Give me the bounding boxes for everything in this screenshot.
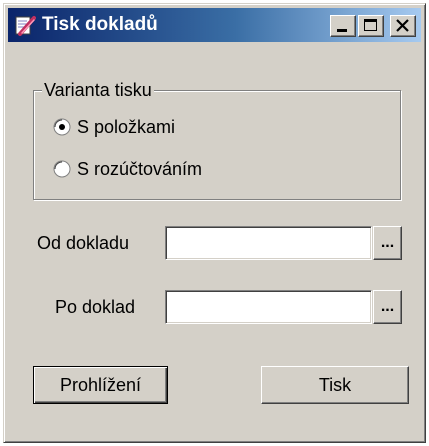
to-document-input[interactable]: [165, 290, 372, 324]
from-document-input[interactable]: [165, 226, 372, 260]
close-icon: [396, 19, 409, 32]
maximize-button[interactable]: [358, 15, 384, 37]
minimize-button[interactable]: [330, 15, 356, 37]
radio-label: S položkami: [77, 117, 176, 137]
to-document-label: Po doklad: [55, 297, 136, 317]
radio-unselected-icon: [53, 160, 71, 178]
print-button[interactable]: Tisk: [261, 366, 409, 404]
radio-label: S rozúčtováním: [77, 159, 203, 179]
from-document-label: Od dokladu: [37, 233, 130, 253]
radio-selected-icon: [53, 118, 71, 136]
printer-doc-icon: [15, 16, 36, 36]
window-title: Tisk dokladů: [42, 14, 158, 35]
from-document-browse-button[interactable]: ...: [373, 226, 402, 260]
dialog-window: Tisk dokladů Varianta tisku S položkami: [3, 3, 426, 443]
minimize-icon: [337, 29, 347, 32]
close-button[interactable]: [390, 15, 416, 37]
title-bar[interactable]: Tisk dokladů: [8, 8, 421, 42]
preview-button[interactable]: Prohlížení: [33, 366, 168, 404]
print-variant-legend: Varianta tisku: [42, 80, 154, 100]
print-variant-group: [33, 90, 401, 200]
to-document-browse-button[interactable]: ...: [373, 290, 402, 324]
maximize-icon: [364, 19, 377, 31]
